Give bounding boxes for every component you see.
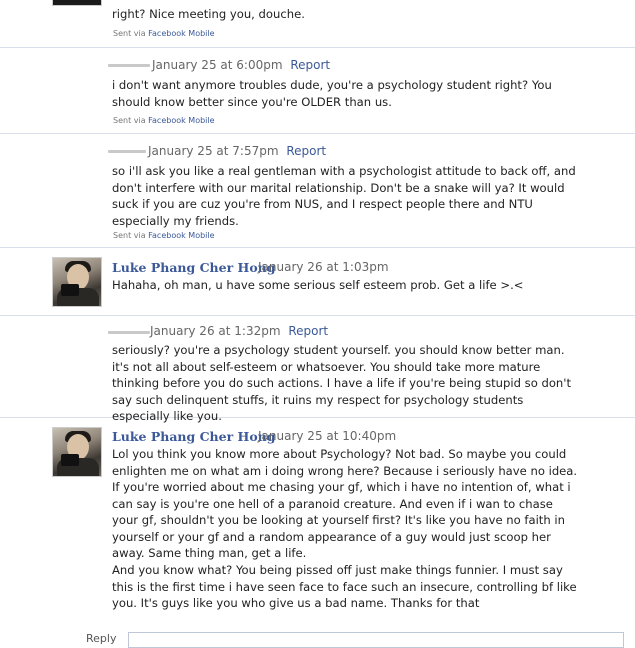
post-date[interactable]: January 26 at 1:32pm	[150, 324, 281, 338]
facebook-mobile-link[interactable]: Facebook Mobile	[148, 29, 214, 38]
avatar[interactable]	[52, 427, 102, 477]
post-meta: January 26 at 1:32pm Report	[150, 324, 328, 338]
post-text: right? Nice meeting you, douche.	[112, 7, 305, 21]
redacted-name	[108, 150, 146, 153]
report-link[interactable]: Report	[286, 144, 326, 158]
author-name[interactable]: Luke Phang Cher Hong	[112, 260, 276, 275]
wall-post: Luke Phang Cher Hong January 25 at 10:40…	[0, 418, 635, 628]
post-date[interactable]: January 25 at 6:00pm	[152, 58, 283, 72]
post-meta: January 25 at 6:00pm Report	[152, 58, 330, 72]
redacted-name	[108, 64, 150, 67]
reply-label: Reply	[86, 632, 117, 645]
wall-post: right? Nice meeting you, douche. Sent vi…	[0, 0, 635, 48]
report-link[interactable]: Report	[290, 58, 330, 72]
post-text-paragraph: And you know what? You being pissed off …	[112, 563, 577, 610]
post-text: i don't want anymore troubles dude, you'…	[112, 78, 552, 109]
avatar[interactable]	[52, 0, 102, 6]
post-date[interactable]: January 25 at 7:57pm	[148, 144, 279, 158]
facebook-mobile-link[interactable]: Facebook Mobile	[148, 116, 214, 125]
avatar[interactable]	[52, 257, 102, 307]
author-name[interactable]: Luke Phang Cher Hong	[112, 429, 276, 444]
post-text: Lol you think you know more about Psycho…	[112, 447, 578, 560]
sent-via: Sent via Facebook Mobile	[113, 231, 215, 240]
reply-input[interactable]	[128, 632, 624, 648]
post-text: Hahaha, oh man, u have some serious self…	[112, 278, 524, 292]
post-date[interactable]: January 26 at 1:03pm	[258, 260, 389, 274]
post-text: seriously? you're a psychology student y…	[112, 343, 572, 423]
facebook-mobile-link[interactable]: Facebook Mobile	[148, 231, 214, 240]
wall-post: Luke Phang Cher Hong January 26 at 1:03p…	[0, 248, 635, 316]
post-date[interactable]: January 25 at 10:40pm	[258, 429, 396, 443]
sent-via: Sent via Facebook Mobile	[113, 29, 215, 38]
report-link[interactable]: Report	[288, 324, 328, 338]
post-text: so i'll ask you like a real gentleman wi…	[112, 164, 576, 228]
wall-post: January 26 at 1:32pm Report seriously? y…	[0, 316, 635, 423]
post-meta: January 25 at 7:57pm Report	[148, 144, 326, 158]
redacted-name	[108, 331, 150, 334]
wall-post: January 25 at 7:57pm Report so i'll ask …	[0, 134, 635, 248]
wall-post: January 25 at 6:00pm Report i don't want…	[0, 48, 635, 134]
sent-via: Sent via Facebook Mobile	[113, 116, 215, 125]
